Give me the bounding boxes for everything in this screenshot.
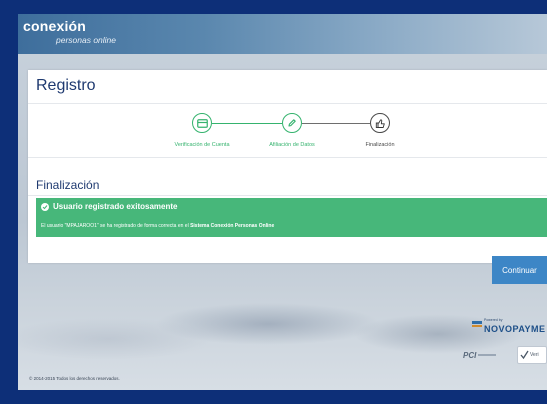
app-header: conexión personas online xyxy=(18,14,547,54)
alert-message: El usuario "MPAJAROO1" se ha registrado … xyxy=(41,223,274,229)
step-2-label: Afiliación de Datos xyxy=(269,142,315,148)
pci-logo-text: PCI xyxy=(463,350,477,360)
novopayment-logo: NOVOPAYME xyxy=(484,324,546,334)
registration-card: Registro Verificación de Cuenta Afiliaci… xyxy=(28,70,547,263)
verified-check-icon xyxy=(520,350,529,360)
check-circle-icon xyxy=(41,203,49,211)
step-3-thumbs-up-icon xyxy=(370,113,390,133)
powered-by-text: Powered by xyxy=(484,318,503,322)
alert-title: Usuario registrado exitosamente xyxy=(53,202,178,211)
pci-badge-line xyxy=(478,354,497,356)
step-connector-1 xyxy=(212,123,282,124)
section-title: Finalización xyxy=(36,178,100,192)
alert-message-text: El usuario "MPAJAROO1" se ha registrado … xyxy=(41,223,191,229)
logo-sub-text: personas online xyxy=(56,35,117,45)
footer-copyright: © 2014-2015 Todos los derechos reservado… xyxy=(29,376,120,381)
alert-message-system: Sistema Conexión Personas Online xyxy=(190,223,275,229)
verified-label: Veri xyxy=(530,352,539,358)
step-1-label: Verificación de Cuenta xyxy=(174,142,230,148)
novopayment-logo-mark xyxy=(472,321,482,324)
page-title: Registro xyxy=(36,77,96,94)
success-alert: Usuario registrado exitosamente El usuar… xyxy=(36,198,547,237)
novopayment-logo-mark-accent xyxy=(472,325,482,327)
step-connector-2 xyxy=(302,123,370,124)
divider xyxy=(28,195,547,196)
step-1-card-icon xyxy=(192,113,212,133)
step-3-label: Finalización xyxy=(365,142,395,148)
continue-button[interactable]: Continuar xyxy=(492,256,547,284)
step-2-pencil-icon xyxy=(282,113,302,133)
logo-main-text[interactable]: conexión xyxy=(23,18,86,34)
divider xyxy=(28,157,547,158)
divider xyxy=(28,103,547,104)
verified-badge: Veri xyxy=(517,346,547,364)
pci-badge: PCI xyxy=(463,347,513,363)
